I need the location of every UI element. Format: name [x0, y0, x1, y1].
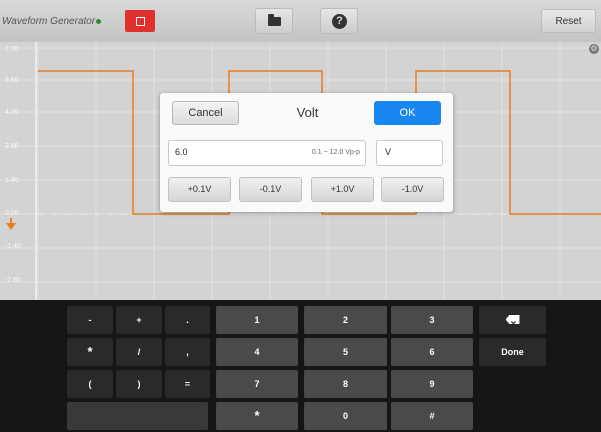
volt-dialog: Cancel Volt OK 6.0 0.1 ~ 12.0 Vp-p V +0.…	[160, 93, 453, 212]
settings-icon[interactable]: ⚙	[589, 44, 599, 54]
step-minus-0-1-button[interactable]: -0.1V	[239, 177, 302, 202]
key-2[interactable]: 2	[304, 306, 387, 334]
range-hint: 0.1 ~ 12.0 Vp-p	[311, 149, 360, 156]
key-dot[interactable]: .	[165, 306, 210, 334]
key-1[interactable]: 1	[216, 306, 298, 334]
volt-value: 6.0	[175, 147, 188, 157]
key-3[interactable]: 3	[391, 306, 473, 334]
numeric-keyboard: - + . * / , ( ) = 1 2 3 4 5 6 7 8 9 * 0 …	[0, 300, 601, 432]
key-4[interactable]: 4	[216, 338, 298, 366]
step-minus-1-0-button[interactable]: -1.0V	[381, 177, 444, 202]
key-equals[interactable]: =	[165, 370, 210, 398]
status-dot-icon	[96, 18, 102, 24]
stop-icon	[136, 17, 145, 26]
key-comma[interactable]: ,	[165, 338, 210, 366]
key-space[interactable]	[67, 402, 208, 430]
key-open-paren[interactable]: (	[67, 370, 113, 398]
key-0[interactable]: 0	[304, 402, 387, 430]
step-plus-1-0-button[interactable]: +1.0V	[311, 177, 374, 202]
app-title: Waveform Generator	[2, 16, 102, 27]
folder-icon	[268, 14, 281, 26]
help-icon: ?	[332, 14, 347, 29]
key-slash[interactable]: /	[116, 338, 162, 366]
key-6[interactable]: 6	[391, 338, 473, 366]
key-asterisk[interactable]: *	[67, 338, 113, 366]
cancel-button[interactable]: Cancel	[172, 101, 239, 125]
ok-button[interactable]: OK	[374, 101, 441, 125]
key-hash[interactable]: #	[391, 402, 473, 430]
help-button[interactable]: ?	[320, 8, 358, 34]
unit-field[interactable]: V	[376, 140, 443, 166]
reset-button[interactable]: Reset	[541, 9, 596, 33]
y-tick-label: -1.40	[5, 243, 21, 250]
y-tick-label: 4.20	[5, 109, 19, 116]
key-star[interactable]: *	[216, 402, 298, 430]
backspace-key[interactable]	[479, 306, 546, 334]
key-plus[interactable]: +	[116, 306, 162, 334]
key-close-paren[interactable]: )	[116, 370, 162, 398]
y-tick-label: 0.00	[5, 210, 19, 217]
volt-value-field[interactable]: 6.0 0.1 ~ 12.0 Vp-p	[168, 140, 366, 166]
key-8[interactable]: 8	[304, 370, 387, 398]
stop-button[interactable]	[125, 10, 155, 32]
backspace-icon	[505, 315, 520, 324]
y-tick-label: 2.80	[5, 143, 19, 150]
y-tick-label: 7.00	[5, 46, 19, 53]
y-tick-label: 5.60	[5, 77, 19, 84]
ground-marker-icon[interactable]	[6, 223, 16, 230]
top-toolbar: Waveform Generator ? Reset	[0, 0, 601, 42]
done-key[interactable]: Done	[479, 338, 546, 366]
step-plus-0-1-button[interactable]: +0.1V	[168, 177, 231, 202]
open-file-button[interactable]	[255, 8, 293, 34]
key-9[interactable]: 9	[391, 370, 473, 398]
key-5[interactable]: 5	[304, 338, 387, 366]
y-tick-label: -2.80	[5, 277, 21, 284]
key-minus[interactable]: -	[67, 306, 113, 334]
dialog-title: Volt	[296, 105, 319, 120]
y-tick-label: 1.40	[5, 177, 19, 184]
key-7[interactable]: 7	[216, 370, 298, 398]
